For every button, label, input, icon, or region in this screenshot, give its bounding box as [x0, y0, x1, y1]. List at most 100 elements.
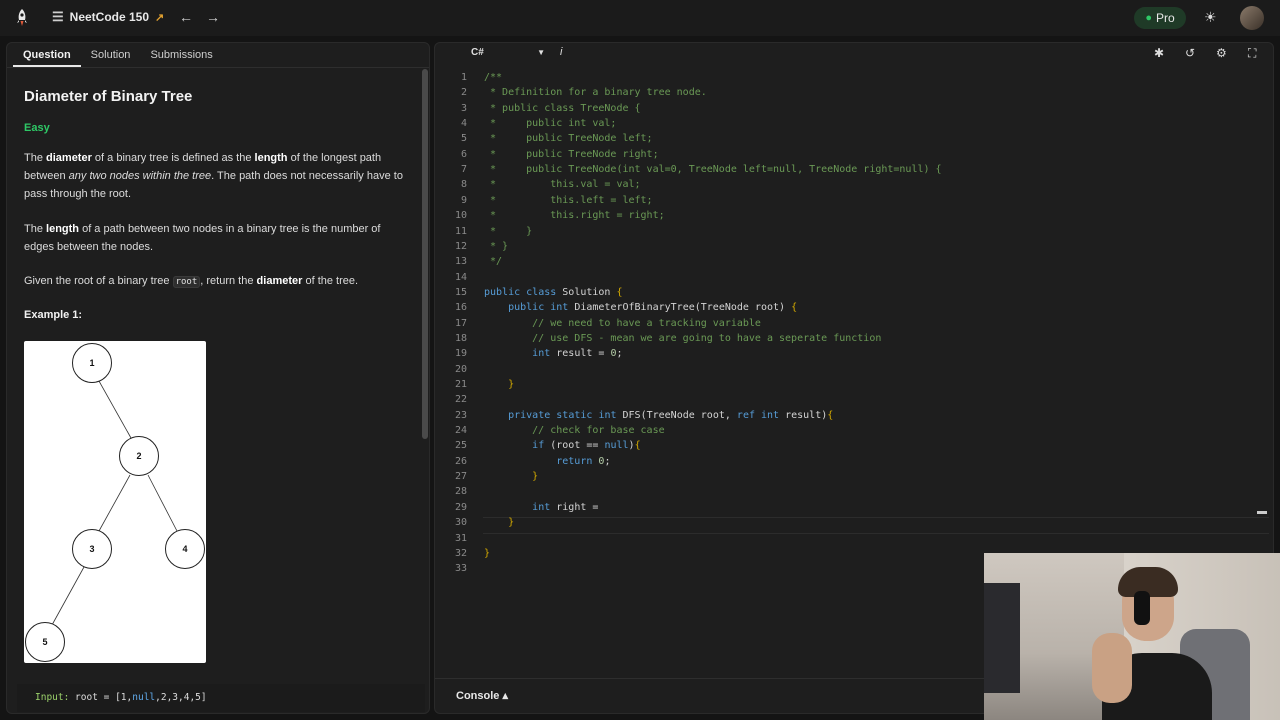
- example-input: Input: root = [1,null,2,3,4,5]: [17, 684, 425, 712]
- code-line[interactable]: 6 * public TreeNode right;: [435, 147, 1267, 162]
- tree-node-3-label: 3: [89, 544, 94, 554]
- code-line[interactable]: 11 * }: [435, 224, 1267, 239]
- info-icon[interactable]: i: [560, 46, 562, 58]
- line-number: 28: [454, 486, 467, 498]
- line-number: 11: [454, 225, 467, 237]
- code-line[interactable]: 4 * public int val;: [435, 116, 1267, 131]
- code-line[interactable]: 25 if (root == null){: [435, 438, 1267, 453]
- edge-2-4: [147, 474, 178, 532]
- code-line[interactable]: 2 * Definition for a binary tree node.: [435, 85, 1267, 100]
- code-line[interactable]: 30 }: [435, 515, 1267, 530]
- sun-icon[interactable]: ☀: [1204, 9, 1217, 26]
- console-toggle-button[interactable]: Console ▴: [456, 689, 508, 702]
- line-content: }: [532, 471, 539, 483]
- input-label: Input:: [35, 692, 70, 703]
- line-number: 9: [460, 194, 467, 206]
- p3-d: diameter: [256, 275, 303, 287]
- p1-b: diameter: [46, 152, 92, 164]
- code-line[interactable]: 5 * public TreeNode left;: [435, 131, 1267, 146]
- line-number: 12: [454, 240, 467, 252]
- p3-e: of the tree.: [302, 275, 359, 287]
- code-line[interactable]: 31: [435, 531, 1267, 546]
- code-line[interactable]: 24 // check for base case: [435, 423, 1267, 438]
- code-line[interactable]: 18 // use DFS - mean we are going to hav…: [435, 331, 1267, 346]
- line-number: 13: [454, 256, 467, 268]
- language-select[interactable]: C# ▼: [471, 47, 545, 58]
- line-number: 29: [454, 501, 467, 513]
- line-content: }: [484, 547, 491, 559]
- avatar[interactable]: [1240, 6, 1264, 30]
- line-number: 30: [454, 517, 467, 529]
- code-line[interactable]: 28: [435, 484, 1267, 499]
- code-line[interactable]: 9 * this.left = left;: [435, 193, 1267, 208]
- line-content: public int DiameterOfBinaryTree(TreeNode…: [508, 302, 798, 314]
- line-content: if (root == null){: [532, 440, 641, 452]
- code-line[interactable]: 27 }: [435, 469, 1267, 484]
- root-inline-code: root: [172, 276, 201, 288]
- p1-d: length: [254, 152, 288, 164]
- next-problem-arrow-icon[interactable]: →: [206, 9, 220, 25]
- line-content: * public TreeNode(int val=0, TreeNode le…: [484, 164, 942, 176]
- p2-b: length: [46, 223, 80, 235]
- line-number: 33: [454, 563, 467, 575]
- code-line[interactable]: 29 int right =: [435, 500, 1267, 515]
- console-label: Console: [456, 690, 500, 702]
- code-line[interactable]: 26 return 0;: [435, 454, 1267, 469]
- line-content: // use DFS - mean we are going to have a…: [484, 332, 882, 344]
- line-number: 4: [460, 118, 467, 130]
- neetcode-logo-icon[interactable]: [14, 8, 30, 28]
- code-line[interactable]: 15 public class Solution {: [435, 285, 1267, 300]
- code-line[interactable]: 22: [435, 392, 1267, 407]
- code-line[interactable]: 23 private static int DFS(TreeNode root,…: [435, 408, 1267, 423]
- line-content: int result = 0;: [532, 348, 623, 360]
- line-content: * }: [484, 225, 533, 237]
- language-value: C#: [471, 47, 484, 58]
- prev-problem-arrow-icon[interactable]: ←: [179, 9, 193, 25]
- code-line[interactable]: 19 int result = 0;: [435, 346, 1267, 361]
- tab-question[interactable]: Question: [13, 43, 81, 67]
- settings-gear-icon[interactable]: ⚙: [1216, 46, 1227, 60]
- code-line[interactable]: 21 }: [435, 377, 1267, 392]
- code-line[interactable]: 12 * }: [435, 239, 1267, 254]
- problem-list-link[interactable]: ☰ NeetCode 150 ↗: [52, 9, 164, 25]
- fullscreen-icon[interactable]: ⛶: [1248, 46, 1256, 61]
- line-content: public class Solution {: [484, 286, 623, 298]
- bug-icon[interactable]: ✱: [1154, 46, 1164, 60]
- headset-icon: [1134, 591, 1150, 625]
- code-line[interactable]: 10 * this.right = right;: [435, 208, 1267, 223]
- tab-solution[interactable]: Solution: [81, 43, 141, 67]
- webcam-person-arm: [1092, 633, 1132, 703]
- input-value-b: ,2,3,4,5]: [155, 692, 207, 703]
- code-line[interactable]: 16 public int DiameterOfBinaryTree(TreeN…: [435, 300, 1267, 315]
- line-number: 7: [460, 164, 467, 176]
- code-line[interactable]: 17 // we need to have a tracking variabl…: [435, 316, 1267, 331]
- p2-a: The: [24, 223, 47, 235]
- tree-node-1-label: 1: [89, 358, 94, 368]
- question-panel: Question Solution Submissions Diameter o…: [6, 42, 430, 714]
- line-number: 26: [454, 455, 467, 467]
- tab-submissions[interactable]: Submissions: [140, 43, 222, 67]
- code-line[interactable]: 20: [435, 362, 1267, 377]
- line-number: 31: [454, 532, 467, 544]
- line-number: 8: [460, 179, 467, 191]
- pro-button[interactable]: ● Pro: [1134, 7, 1186, 29]
- line-content: /**: [484, 72, 503, 83]
- line-number: 15: [454, 286, 467, 298]
- code-line[interactable]: 3 * public class TreeNode {: [435, 101, 1267, 116]
- reset-icon[interactable]: ↺: [1185, 46, 1195, 60]
- description-paragraph-1: The diameter of a binary tree is defined…: [24, 149, 404, 203]
- chevron-down-icon: ▼: [537, 48, 545, 57]
- line-number: 20: [454, 363, 467, 375]
- line-number: 32: [454, 547, 467, 559]
- line-number: 14: [454, 271, 467, 283]
- line-content: * this.right = right;: [484, 210, 665, 222]
- line-content: * public class TreeNode {: [484, 102, 641, 114]
- line-number: 10: [454, 210, 467, 222]
- code-line[interactable]: 7 * public TreeNode(int val=0, TreeNode …: [435, 162, 1267, 177]
- question-scrollbar[interactable]: [422, 69, 428, 439]
- tree-node-2-label: 2: [136, 451, 141, 461]
- code-line[interactable]: 14: [435, 270, 1267, 285]
- code-line[interactable]: 8 * this.val = val;: [435, 177, 1267, 192]
- code-line[interactable]: 1 /**: [435, 70, 1267, 85]
- code-line[interactable]: 13 */: [435, 254, 1267, 269]
